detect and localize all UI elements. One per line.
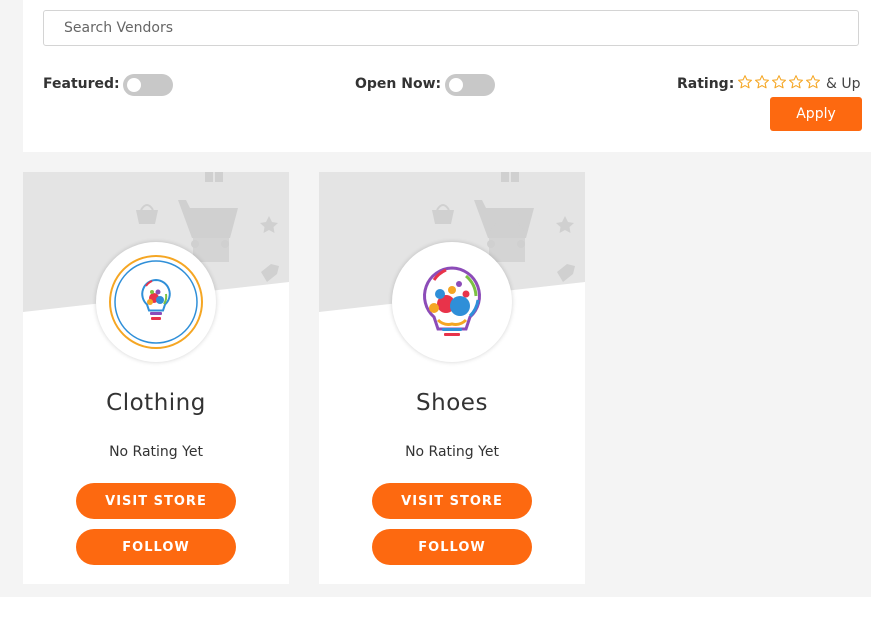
- visit-store-button[interactable]: VISIT STORE: [76, 483, 236, 519]
- lightbulb-paint-icon: [109, 255, 203, 349]
- vendor-card: Clothing No Rating Yet VISIT STORE FOLLO…: [23, 172, 289, 584]
- store-logo[interactable]: [392, 242, 512, 362]
- featured-label: Featured:: [43, 76, 120, 92]
- store-rating-text: No Rating Yet: [109, 444, 203, 460]
- open-now-toggle-knob: [449, 78, 463, 92]
- follow-button[interactable]: FOLLOW: [372, 529, 532, 565]
- vendor-card: Shoes No Rating Yet VISIT STORE FOLLOW: [319, 172, 585, 584]
- star-icon-3[interactable]: [771, 74, 787, 90]
- open-now-toggle[interactable]: [445, 74, 495, 96]
- star-icon-4[interactable]: [788, 74, 804, 90]
- store-name[interactable]: Clothing: [23, 390, 289, 416]
- search-vendors-input[interactable]: [44, 11, 858, 45]
- lightbulb-paint-icon: [423, 266, 481, 336]
- store-name[interactable]: Shoes: [319, 390, 585, 416]
- apply-filters-button[interactable]: Apply: [770, 97, 862, 131]
- star-icon-5[interactable]: [805, 74, 821, 90]
- vendor-filter-panel: Featured: Open Now: Rating: & Up Apply: [23, 0, 871, 152]
- open-now-label: Open Now:: [355, 76, 442, 92]
- visit-store-button[interactable]: VISIT STORE: [372, 483, 532, 519]
- search-box: [43, 10, 859, 46]
- featured-toggle-knob: [127, 78, 141, 92]
- featured-toggle[interactable]: [123, 74, 173, 96]
- store-rating-text: No Rating Yet: [405, 444, 499, 460]
- rating-and-up-text: & Up: [826, 76, 861, 92]
- rating-stars: [737, 74, 822, 94]
- star-icon-1[interactable]: [737, 74, 753, 90]
- store-logo[interactable]: [96, 242, 216, 362]
- star-icon-2[interactable]: [754, 74, 770, 90]
- follow-button[interactable]: FOLLOW: [76, 529, 236, 565]
- rating-label: Rating:: [677, 76, 735, 92]
